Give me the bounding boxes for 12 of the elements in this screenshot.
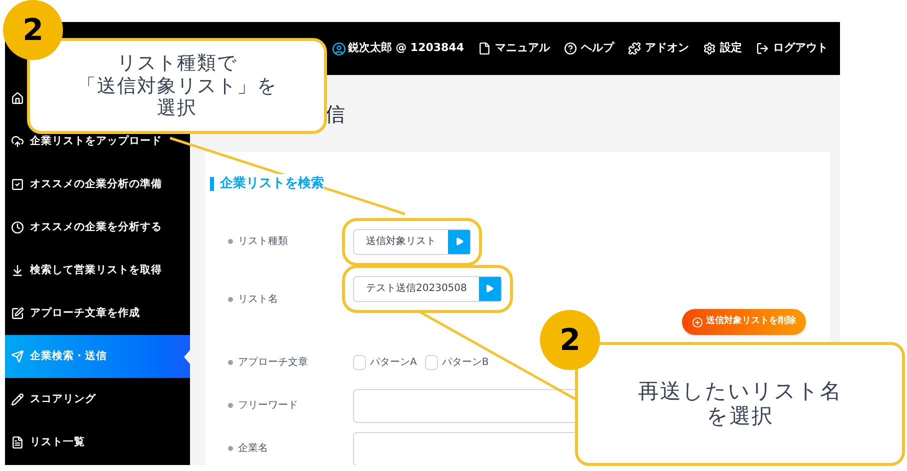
callout-text: を選択 <box>706 404 774 430</box>
field-label: フリーワード <box>210 398 353 413</box>
step-number-badge: 2 <box>3 0 63 60</box>
callout-text: リスト種類で <box>117 52 237 75</box>
field-label: リスト種類 <box>210 234 353 249</box>
field-label: 企業名 <box>210 441 353 456</box>
callout-text: 「送信対象リスト」を <box>77 74 277 98</box>
callout-text: 再送したいリスト名 <box>638 378 842 404</box>
field-label: リスト名 <box>210 292 353 307</box>
callout-text: 選択 <box>157 97 197 120</box>
page-title: 信 <box>325 100 345 128</box>
field-label: アプローチ文章 <box>210 355 353 370</box>
